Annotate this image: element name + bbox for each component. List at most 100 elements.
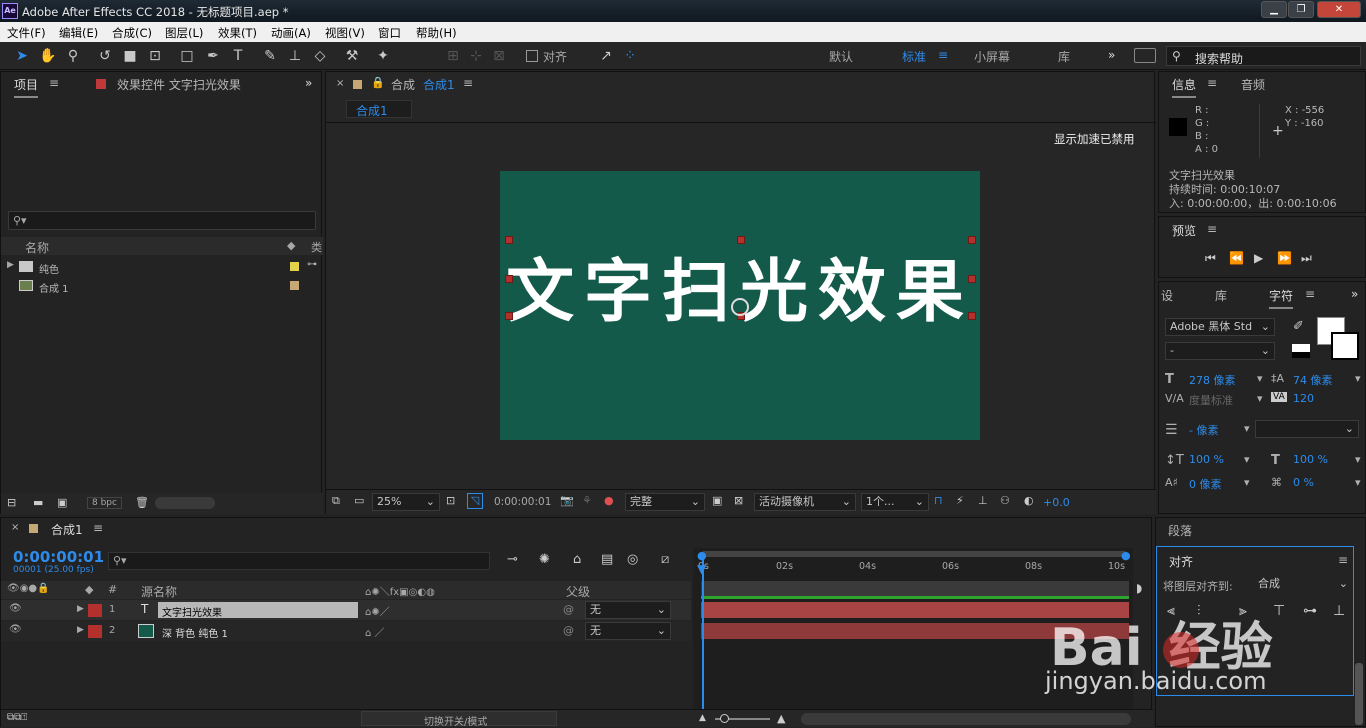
align-to-dropdown[interactable]: 合成 ⌄ xyxy=(1254,576,1352,594)
playhead-marker-icon[interactable]: ▼ xyxy=(697,562,706,576)
align-vcenter-icon[interactable]: ⊶ xyxy=(1303,603,1317,619)
expand-arrow-icon[interactable]: ▶ xyxy=(77,625,84,635)
play-icon[interactable]: ▶ xyxy=(1254,251,1263,265)
tsume-value[interactable]: 0 % xyxy=(1293,476,1314,489)
timeline-menu-icon[interactable]: ≡ xyxy=(93,521,103,535)
layer-label-color[interactable] xyxy=(88,625,102,638)
menu-layer[interactable]: 图层(L) xyxy=(165,25,203,41)
previous-frame-icon[interactable]: ⏪ xyxy=(1229,251,1244,265)
pen-tool-icon[interactable]: ✒ xyxy=(203,46,223,66)
timeline-search-input[interactable]: ⚲▾ xyxy=(108,552,490,570)
menu-file[interactable]: 文件(F) xyxy=(7,25,46,41)
tab-settings-short[interactable]: 设 xyxy=(1161,287,1173,304)
comp-tab-prefix[interactable]: 合成 xyxy=(391,76,415,93)
views-dropdown[interactable]: 1个... ⌄ xyxy=(861,493,929,511)
project-search-input[interactable]: ⚲▾ xyxy=(8,211,316,230)
workspace-library[interactable]: 库 xyxy=(1058,48,1070,65)
col-parent[interactable]: 父级 xyxy=(566,583,590,600)
align-menu-icon[interactable]: ≡ xyxy=(1338,553,1348,567)
tab-paragraph[interactable]: 段落 xyxy=(1168,522,1192,539)
tab-preview[interactable]: 预览 xyxy=(1172,222,1196,239)
transparency-grid-icon[interactable]: ⊠ xyxy=(734,494,743,507)
character-menu-icon[interactable]: ≡ xyxy=(1305,287,1315,301)
label-tag-icon[interactable]: ◆ xyxy=(85,583,93,596)
menu-help[interactable]: 帮助(H) xyxy=(416,25,457,41)
stroke-type-dropdown[interactable]: ⌄ xyxy=(1255,420,1359,438)
zoom-out-icon[interactable]: ▲ xyxy=(699,713,706,723)
interpret-footage-icon[interactable]: ⊟ xyxy=(7,496,16,509)
tab-timeline-comp1[interactable]: 合成1 xyxy=(51,521,83,538)
indent-value[interactable]: - 像素 xyxy=(1189,422,1218,438)
motion-blur-icon[interactable]: ◎ xyxy=(627,552,638,567)
toggle-switches-modes-button[interactable]: 切换开关/模式 xyxy=(361,711,557,728)
parent-dropdown[interactable]: 无 ⌄ xyxy=(585,601,671,619)
camera-dropdown[interactable]: 活动摄像机 ⌄ xyxy=(754,493,856,511)
expand-arrow-icon[interactable]: ▶ xyxy=(7,260,14,270)
workspace-small-screen[interactable]: 小屏幕 xyxy=(974,48,1010,65)
frame-blending-icon[interactable]: ▤ xyxy=(601,552,613,567)
project-item[interactable]: 合成 1 xyxy=(1,277,323,295)
local-axis-icon[interactable]: ⊞ xyxy=(443,46,463,66)
layer-switches-icons[interactable]: ⌂✺／ xyxy=(365,603,390,618)
always-preview-icon[interactable]: ⧉ xyxy=(332,494,340,508)
visibility-eye-icon[interactable]: 👁 xyxy=(9,603,22,614)
close-tab-icon[interactable]: × xyxy=(336,78,344,89)
workspace-default[interactable]: 默认 xyxy=(829,48,853,65)
comp-menu-icon[interactable]: ≡ xyxy=(463,76,473,90)
layer-name-box[interactable]: 文字扫光效果 xyxy=(158,602,358,619)
font-size-value[interactable]: 278 像素 xyxy=(1189,372,1236,388)
fit-frame-icon[interactable]: ⊡ xyxy=(446,494,455,507)
chevron-down-icon[interactable]: ▾ xyxy=(1355,372,1361,385)
delete-icon[interactable]: 🗑 xyxy=(135,496,149,509)
label-tag-icon[interactable]: ◆ xyxy=(287,239,295,252)
chevron-down-icon[interactable]: ▾ xyxy=(1244,453,1250,466)
timeline-icon[interactable]: ⊥ xyxy=(978,494,988,507)
tab-character[interactable]: 字符 xyxy=(1269,287,1294,309)
pickwhip-icon[interactable]: @ xyxy=(563,603,574,616)
draft-3d-icon[interactable]: ✺ xyxy=(539,552,550,567)
tab-project[interactable]: 项目 xyxy=(14,76,39,98)
exposure-value[interactable]: +0.0 xyxy=(1043,496,1070,509)
fast-previews-icon[interactable]: ▣ xyxy=(712,494,722,507)
align-bottom-icon[interactable]: ⊥ xyxy=(1333,603,1345,619)
transform-handle[interactable] xyxy=(505,275,513,283)
timeline-scrollbar[interactable] xyxy=(801,713,1131,725)
resolution-dropdown[interactable]: 完整 ⌄ xyxy=(625,493,705,511)
transform-handle[interactable] xyxy=(505,312,513,320)
exposure-reset-icon[interactable]: ◐ xyxy=(1024,494,1034,507)
roto-brush-tool-icon[interactable]: ⚒ xyxy=(342,46,362,66)
snap-target-icon[interactable]: ⁘ xyxy=(620,46,640,66)
clone-stamp-tool-icon[interactable]: ⊥ xyxy=(285,46,305,66)
menu-animation[interactable]: 动画(A) xyxy=(271,25,311,41)
eyedropper-icon[interactable]: ✐ xyxy=(1293,319,1304,334)
pickwhip-icon[interactable]: @ xyxy=(563,624,574,637)
transform-handle[interactable] xyxy=(968,312,976,320)
project-menu-icon[interactable]: ≡ xyxy=(49,76,59,90)
workspace-menu-icon[interactable]: ≡ xyxy=(938,48,948,62)
lock-icon[interactable]: 🔒 xyxy=(371,76,385,89)
new-composition-icon[interactable]: ▣ xyxy=(57,496,67,509)
playhead-line[interactable] xyxy=(702,558,704,726)
kerning-value[interactable]: 度量标准 xyxy=(1189,392,1233,408)
view-axis-icon[interactable]: ⊠ xyxy=(489,46,509,66)
transform-handle[interactable] xyxy=(968,236,976,244)
chevron-down-icon[interactable]: ▾ xyxy=(1257,372,1263,385)
help-search-input[interactable]: ⚲ 搜索帮助 xyxy=(1166,46,1361,66)
expand-arrow-icon[interactable]: ▶ xyxy=(77,604,84,614)
chevron-down-icon[interactable]: ▾ xyxy=(1244,476,1250,489)
comp-breadcrumb[interactable]: 合成1 xyxy=(346,100,412,118)
region-of-interest-icon[interactable]: ◹ xyxy=(467,493,483,509)
snapshot-icon[interactable]: 📷 xyxy=(560,494,574,507)
layer-row[interactable]: 👁 ▶ 1 T 文字扫光效果 ⌂✺／ @ 无 ⌄ xyxy=(1,600,691,620)
workspace-standard[interactable]: 标准 xyxy=(902,48,926,65)
pan-behind-tool-icon[interactable]: ⊡ xyxy=(145,46,165,66)
menu-window[interactable]: 窗口 xyxy=(378,25,401,41)
comp-mini-flowchart-icon[interactable]: ⊸ xyxy=(507,552,518,567)
puppet-tool-icon[interactable]: ✦ xyxy=(373,46,393,66)
col-type[interactable]: 类 xyxy=(311,239,322,255)
font-style-dropdown[interactable]: - ⌄ xyxy=(1165,342,1275,360)
vertical-scale-value[interactable]: 100 % xyxy=(1189,453,1224,466)
selection-tool-icon[interactable]: ➤ xyxy=(12,46,32,66)
eraser-tool-icon[interactable]: ◇ xyxy=(310,46,330,66)
chevron-down-icon[interactable]: ▾ xyxy=(1355,476,1361,489)
